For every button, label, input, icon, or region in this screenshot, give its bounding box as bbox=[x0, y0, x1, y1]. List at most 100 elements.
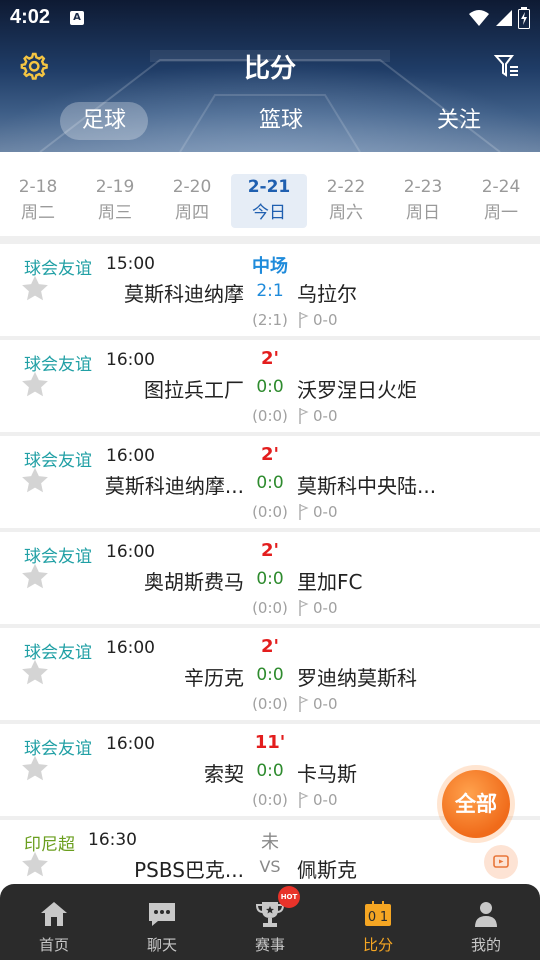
date-item[interactable]: 2-19 周三 bbox=[77, 174, 153, 228]
favorite-star-icon[interactable] bbox=[20, 370, 50, 400]
halftime-score: (0:0) bbox=[252, 599, 288, 617]
match-time: 16:00 bbox=[106, 446, 155, 466]
corner-value: 0-0 bbox=[313, 311, 338, 329]
match-score: 0:0 bbox=[256, 377, 284, 397]
scoreboard-icon: 01 bbox=[365, 901, 391, 926]
match-minute: 11' bbox=[254, 732, 286, 753]
sport-tabs: 足球 篮球 关注 bbox=[0, 100, 540, 144]
match-status: 中场 bbox=[252, 256, 288, 277]
tab-following[interactable]: 关注 bbox=[414, 102, 504, 140]
weekday-label: 周三 bbox=[98, 203, 132, 223]
home-team: PSBS巴克... bbox=[134, 858, 244, 882]
home-team: 辛历克 bbox=[184, 666, 244, 690]
corner-value: 0-0 bbox=[313, 791, 338, 809]
match-score: 2:1 bbox=[256, 281, 284, 301]
date-item[interactable]: 2-24 周一 bbox=[463, 174, 539, 228]
away-team: 罗迪纳莫斯科 bbox=[297, 666, 417, 690]
corner-value: 0-0 bbox=[313, 503, 338, 521]
home-team: 莫斯科迪纳摩... bbox=[104, 474, 244, 498]
match-card[interactable]: 球会友谊 15:00 中场 莫斯科迪纳摩 2:1 乌拉尔 (2:1) 0-0 bbox=[0, 244, 540, 336]
corner-value: 0-0 bbox=[313, 599, 338, 617]
video-button[interactable] bbox=[484, 845, 518, 879]
corner-count: 0-0 bbox=[298, 791, 338, 809]
date-item[interactable]: 2-22 周六 bbox=[308, 174, 384, 228]
halftime-score: (0:0) bbox=[252, 695, 288, 713]
away-team: 佩斯克 bbox=[297, 858, 357, 882]
match-time: 16:00 bbox=[106, 734, 155, 754]
date-label: 2-20 bbox=[172, 177, 212, 197]
favorite-star-icon[interactable] bbox=[20, 274, 50, 304]
status-bar: 4:02 A bbox=[0, 0, 540, 36]
match-score: 0:0 bbox=[256, 665, 284, 685]
home-team: 图拉兵工厂 bbox=[144, 378, 244, 402]
match-status: 未 bbox=[261, 832, 279, 853]
corner-flag-icon bbox=[299, 600, 309, 616]
svg-text:0: 0 bbox=[368, 910, 376, 925]
all-matches-fab[interactable]: 全部 bbox=[442, 770, 510, 838]
corner-count: 0-0 bbox=[298, 503, 338, 521]
filter-icon[interactable] bbox=[494, 53, 520, 79]
home-team: 索契 bbox=[204, 762, 244, 786]
away-team: 沃罗涅日火炬 bbox=[297, 378, 417, 402]
date-label: 2-19 bbox=[95, 177, 135, 197]
home-icon bbox=[41, 902, 67, 926]
nav-label: 首页 bbox=[38, 936, 69, 954]
tab-football[interactable]: 足球 bbox=[60, 102, 148, 140]
nav-home[interactable]: 首页 bbox=[0, 892, 108, 956]
match-minute: 2' bbox=[260, 348, 280, 369]
date-selector: 2-18 周二 2-19 周三 2-20 周四 2-21 今日 2-22 周六 2-23 周… bbox=[0, 152, 540, 236]
match-score: 0:0 bbox=[256, 569, 284, 589]
date-label: 2-21 bbox=[247, 177, 291, 197]
date-item[interactable]: 2-20 周四 bbox=[154, 174, 230, 228]
nav-events[interactable]: HOT 赛事 bbox=[216, 886, 324, 956]
match-time: 16:00 bbox=[106, 638, 155, 658]
date-label: 2-24 bbox=[481, 177, 521, 197]
weekday-label: 今日 bbox=[252, 203, 286, 223]
match-minute: 2' bbox=[260, 444, 280, 465]
date-item[interactable]: 2-18 周二 bbox=[0, 174, 76, 228]
favorite-star-icon[interactable] bbox=[20, 658, 50, 688]
match-card[interactable]: 球会友谊 16:00 2' 辛历克 0:0 罗迪纳莫斯科 (0:0) 0-0 bbox=[0, 628, 540, 720]
weekday-label: 周六 bbox=[329, 203, 363, 223]
away-team: 莫斯科中央陆... bbox=[297, 474, 437, 498]
corner-value: 0-0 bbox=[313, 407, 338, 425]
tab-basketball[interactable]: 篮球 bbox=[236, 102, 326, 140]
away-team: 卡马斯 bbox=[297, 762, 357, 786]
home-team: 莫斯科迪纳摩 bbox=[124, 282, 244, 306]
favorite-star-icon[interactable] bbox=[20, 466, 50, 496]
match-time: 16:00 bbox=[106, 350, 155, 370]
profile-icon bbox=[475, 902, 497, 927]
halftime-score: (0:0) bbox=[252, 503, 288, 521]
date-item[interactable]: 2-23 周日 bbox=[385, 174, 461, 228]
corner-flag-icon bbox=[299, 504, 309, 520]
date-item-today[interactable]: 2-21 今日 bbox=[231, 174, 307, 228]
header: 4:02 A 比分 足球 篮球 关注 bbox=[0, 0, 540, 152]
match-card[interactable]: 球会友谊 16:00 2' 图拉兵工厂 0:0 沃罗涅日火炬 (0:0) 0-0 bbox=[0, 340, 540, 432]
corner-flag-icon bbox=[299, 408, 309, 424]
svg-text:1: 1 bbox=[380, 910, 388, 925]
nav-scores[interactable]: 01 比分 bbox=[324, 892, 432, 956]
video-icon bbox=[493, 855, 509, 868]
match-card[interactable]: 球会友谊 16:00 2' 莫斯科迪纳摩... 0:0 莫斯科中央陆... (0… bbox=[0, 436, 540, 528]
signal-icon bbox=[496, 10, 512, 26]
halftime-score: (2:1) bbox=[252, 311, 288, 329]
corner-count: 0-0 bbox=[298, 599, 338, 617]
match-time: 16:30 bbox=[88, 830, 137, 850]
nav-chat[interactable]: 聊天 bbox=[108, 892, 216, 956]
corner-count: 0-0 bbox=[298, 311, 338, 329]
away-team: 里加FC bbox=[297, 570, 363, 594]
favorite-star-icon[interactable] bbox=[20, 850, 50, 880]
nav-label: 聊天 bbox=[146, 936, 177, 954]
corner-flag-icon bbox=[299, 312, 309, 328]
favorite-star-icon[interactable] bbox=[20, 562, 50, 592]
corner-value: 0-0 bbox=[313, 695, 338, 713]
home-team: 奥胡斯费马 bbox=[144, 570, 244, 594]
match-card[interactable]: 球会友谊 16:00 2' 奥胡斯费马 0:0 里加FC (0:0) 0-0 bbox=[0, 532, 540, 624]
weekday-label: 周一 bbox=[484, 203, 518, 223]
match-score: 0:0 bbox=[256, 761, 284, 781]
favorite-star-icon[interactable] bbox=[20, 754, 50, 784]
hot-badge: HOT bbox=[278, 886, 300, 908]
nav-label: 比分 bbox=[362, 936, 393, 954]
nav-profile[interactable]: 我的 bbox=[432, 892, 540, 956]
date-label: 2-18 bbox=[18, 177, 58, 197]
